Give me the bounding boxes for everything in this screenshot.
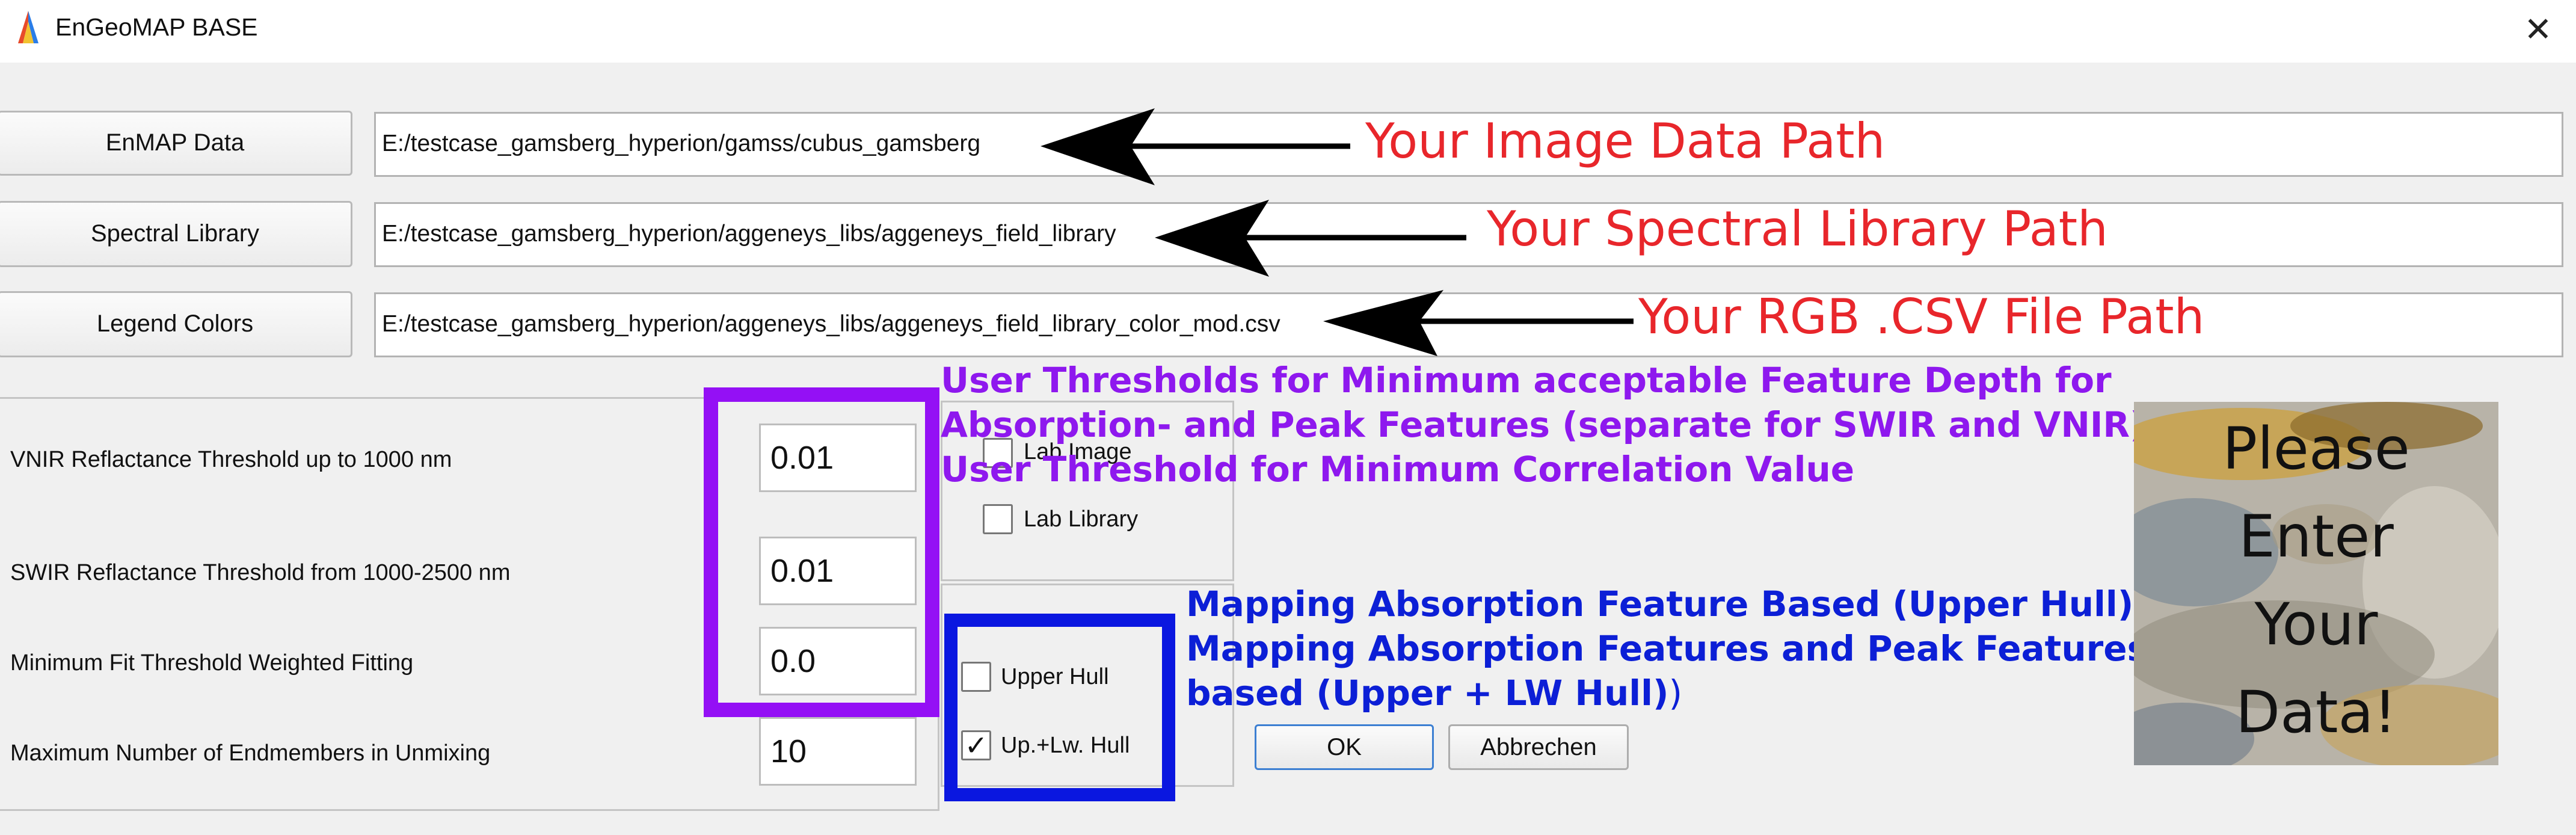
ok-button[interactable]: OK [1255, 724, 1434, 770]
swir-threshold-label: SWIR Reflactance Threshold from 1000-250… [10, 560, 511, 585]
hull-annotation-line3-text: based (Upper + LW Hull) [1186, 673, 1669, 713]
hull-annotation-line1: Mapping Absorption Feature Based (Upper … [1186, 584, 2134, 624]
thresholds-annotation-line2: Absorption- and Peak Features (separate … [941, 404, 2146, 445]
spectral-path-arrow-icon [1155, 200, 1466, 277]
thresholds-annotation-line3: User Threshold for Minimum Correlation V… [941, 449, 1855, 490]
image-message-line1: Please [2222, 415, 2410, 482]
title-bar: EnGeoMAP BASE ✕ [0, 0, 2576, 63]
image-path-annotation: Your Image Data Path [1365, 113, 1886, 169]
enmap-data-button[interactable]: EnMAP Data [0, 111, 352, 176]
image-path-arrow-icon [1041, 108, 1350, 185]
max-endmembers-label: Maximum Number of Endmembers in Unmixing [10, 741, 491, 766]
hull-options-highlight-box [944, 614, 1175, 801]
window-title: EnGeoMAP BASE [55, 13, 258, 41]
image-message-line3: Your [2254, 591, 2378, 658]
spectral-library-button[interactable]: Spectral Library [0, 201, 352, 267]
image-message-line4: Data! [2236, 679, 2397, 746]
close-icon[interactable]: ✕ [2511, 6, 2565, 54]
cancel-button[interactable]: Abbrechen [1448, 724, 1629, 770]
rgb-path-annotation: Your RGB .CSV File Path [1638, 289, 2205, 345]
hull-annotation-line3-paren: ) [1668, 673, 1683, 713]
spectral-library-path-field[interactable]: E:/testcase_gamsberg_hyperion/aggeneys_l… [374, 202, 2563, 267]
legend-colors-button[interactable]: Legend Colors [0, 291, 352, 357]
min-fit-threshold-label: Minimum Fit Threshold Weighted Fitting [10, 650, 414, 676]
thresholds-annotation-line1: User Thresholds for Minimum acceptable F… [941, 360, 2112, 401]
image-message-line2: Enter [2239, 503, 2394, 570]
thresholds-highlight-box [704, 387, 939, 717]
vnir-threshold-label: VNIR Reflactance Threshold up to 1000 nm [10, 447, 452, 472]
lab-library-checkbox[interactable] [983, 504, 1013, 534]
rgb-path-arrow-icon [1323, 290, 1634, 356]
hull-annotation-line3: based (Upper + LW Hull)) [1186, 673, 1682, 713]
max-endmembers-input[interactable]: 10 [759, 717, 917, 786]
mineral-image-panel: Please Enter Your Data! [2134, 402, 2498, 765]
app-logo-icon [18, 11, 38, 43]
spectral-path-annotation: Your Spectral Library Path [1487, 201, 2108, 257]
lab-library-label: Lab Library [1024, 507, 1139, 532]
hull-annotation-line2: Mapping Absorption Features and Peak Fea… [1186, 628, 2148, 669]
